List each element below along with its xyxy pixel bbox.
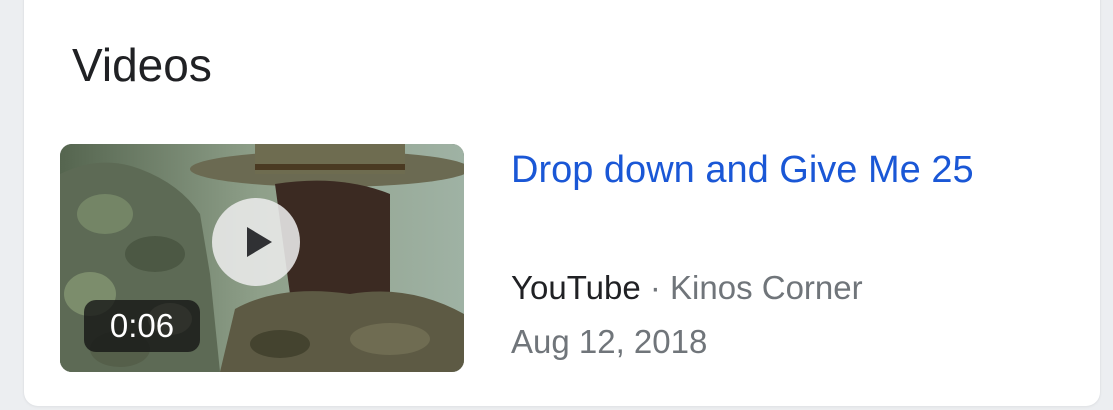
video-channel: Kinos Corner [670, 269, 863, 306]
section-title: Videos [72, 39, 212, 91]
video-thumbnail[interactable]: 0:06 [60, 144, 464, 372]
play-icon [247, 227, 272, 257]
video-title-link[interactable]: Drop down and Give Me 25 [511, 149, 974, 192]
video-source: YouTube [511, 269, 641, 306]
meta-separator: · [640, 269, 671, 306]
video-meta: YouTube · Kinos Corner [511, 269, 863, 307]
video-duration: 0:06 [84, 300, 200, 352]
play-button[interactable] [212, 198, 300, 286]
videos-card: Videos 0:06 Drop down and Give Me 25 You… [24, 0, 1100, 406]
video-date: Aug 12, 2018 [511, 323, 708, 360]
